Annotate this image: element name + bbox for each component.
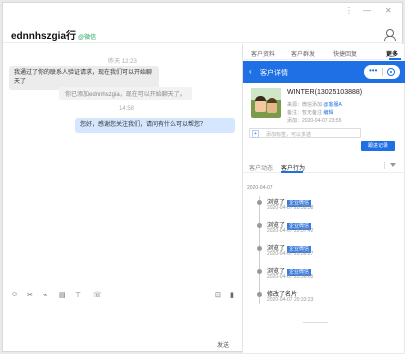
- divider: [384, 162, 385, 169]
- filter-icon[interactable]: [390, 163, 396, 167]
- tab-customer-activity[interactable]: 客户动态: [249, 163, 273, 172]
- contact-name-suffix: 行: [66, 31, 77, 42]
- edit-remark-link[interactable]: 编辑: [323, 110, 333, 116]
- minimize-button[interactable]: —: [363, 6, 371, 15]
- target-icon[interactable]: [387, 68, 395, 76]
- timeline-time: 2020-04-07 20:37:42: [267, 228, 314, 234]
- customer-panel: 客户资料 客户群发 快捷回复 更多 ‹ 客户详情 ••• WINTER(1302…: [242, 44, 405, 353]
- customer-source: 来源：微信添加 @客服A: [287, 101, 342, 108]
- send-button[interactable]: 发送: [217, 340, 229, 349]
- timeline-dot: [257, 223, 262, 228]
- source-link[interactable]: @客服A: [323, 102, 341, 108]
- attachment-icon[interactable]: ⌁: [43, 291, 47, 299]
- outgoing-message: 您好，感谢您关注我们，请问有什么可以帮您？: [75, 118, 235, 133]
- timeline-time: 2020-04-07 20:38:38: [267, 205, 314, 211]
- customer-remark: 备注：暂无备注 编辑: [287, 109, 333, 116]
- chat-title: ednnhszgia行 @微信: [11, 27, 96, 42]
- tab-more[interactable]: 更多: [386, 49, 398, 58]
- timeline-dot: [257, 200, 262, 205]
- timeline-dot: [257, 292, 262, 297]
- add-tag-button[interactable]: +: [252, 130, 259, 138]
- sidebar-toggle-icon[interactable]: ▮: [230, 291, 234, 299]
- load-more-divider: —————: [303, 320, 328, 326]
- active-tab-indicator: [389, 58, 401, 60]
- tag-input[interactable]: + 添加标签，可以多选: [249, 128, 361, 138]
- active-subtab-indicator: [281, 171, 303, 173]
- close-button[interactable]: ✕: [385, 6, 392, 15]
- message-time: 14:58: [118, 106, 134, 112]
- divider: [382, 68, 383, 76]
- timeline-dot: [257, 269, 262, 274]
- file-icon[interactable]: ▤: [59, 291, 66, 299]
- chat-window: ⋮ — ✕ ednnhszgia行 @微信 昨天 12:23 我通过了你的联系人验…: [2, 2, 405, 353]
- customer-avatar: [251, 88, 281, 118]
- remark-label: 备注：: [287, 110, 303, 116]
- more-icon[interactable]: •••: [369, 66, 377, 75]
- panel-tabs: 客户资料 客户群发 快捷回复 更多: [243, 44, 405, 60]
- tab-customer-info[interactable]: 客户资料: [251, 49, 275, 58]
- customer-added-time: 添加：2020-04-07 23:55: [287, 117, 342, 124]
- timeline-date: 2020-04-07: [247, 185, 273, 191]
- timeline-time: 2020-04-07 20:36:27: [267, 251, 314, 257]
- follow-up-button[interactable]: 跟进记录: [361, 141, 395, 151]
- message-time: 昨天 12:23: [108, 59, 137, 65]
- tab-quick-reply[interactable]: 快捷回复: [333, 49, 357, 58]
- timeline-dot: [257, 246, 262, 251]
- chat-area: 昨天 12:23 我通过了你的联系人验证请求，现在我们可以开始聊天了 你已添加e…: [3, 44, 242, 353]
- wechat-tag: @微信: [78, 35, 97, 41]
- quick-reply-icon[interactable]: ⊤: [75, 291, 81, 299]
- added-value: 2020-04-07 23:55: [302, 118, 342, 124]
- detail-header: ‹ 客户详情 •••: [243, 61, 405, 83]
- menu-button[interactable]: ⋮: [345, 6, 353, 15]
- window-icon[interactable]: ⊡: [215, 291, 221, 299]
- tag-hint: 添加标签，可以多选: [266, 132, 312, 138]
- titlebar: ⋮ — ✕ ednnhszgia行 @微信: [3, 3, 404, 43]
- tab-broadcast[interactable]: 客户群发: [291, 49, 315, 58]
- activity-tabs: 客户动态 客户行为: [243, 159, 405, 173]
- source-value: 微信添加: [302, 102, 323, 108]
- detail-title: 客户详情: [260, 70, 288, 77]
- call-icon[interactable]: ☏: [93, 291, 102, 299]
- timeline-time: 2020-04-07 20:33:23: [267, 297, 314, 303]
- screenshot-icon[interactable]: ✂: [27, 291, 33, 299]
- user-profile-icon[interactable]: [384, 29, 396, 41]
- remark-value: 暂无备注: [302, 110, 323, 116]
- header-actions: •••: [364, 65, 400, 79]
- input-toolbar: ☺ ✂ ⌁ ▤ ⊤ ☏ ⊡ ▮: [3, 287, 242, 301]
- system-message: 你已添加ednnhszgia，现在可以开始聊天了。: [59, 87, 192, 100]
- emoji-icon[interactable]: ☺: [11, 291, 18, 298]
- source-label: 来源：: [287, 102, 303, 108]
- added-label: 添加：: [287, 118, 303, 124]
- customer-name: WINTER(13025103888): [287, 89, 363, 96]
- back-icon[interactable]: ‹: [249, 67, 252, 76]
- timeline-time: 2020-04-07 20:36:05: [267, 274, 314, 280]
- contact-name: ednnhszgia: [11, 31, 67, 42]
